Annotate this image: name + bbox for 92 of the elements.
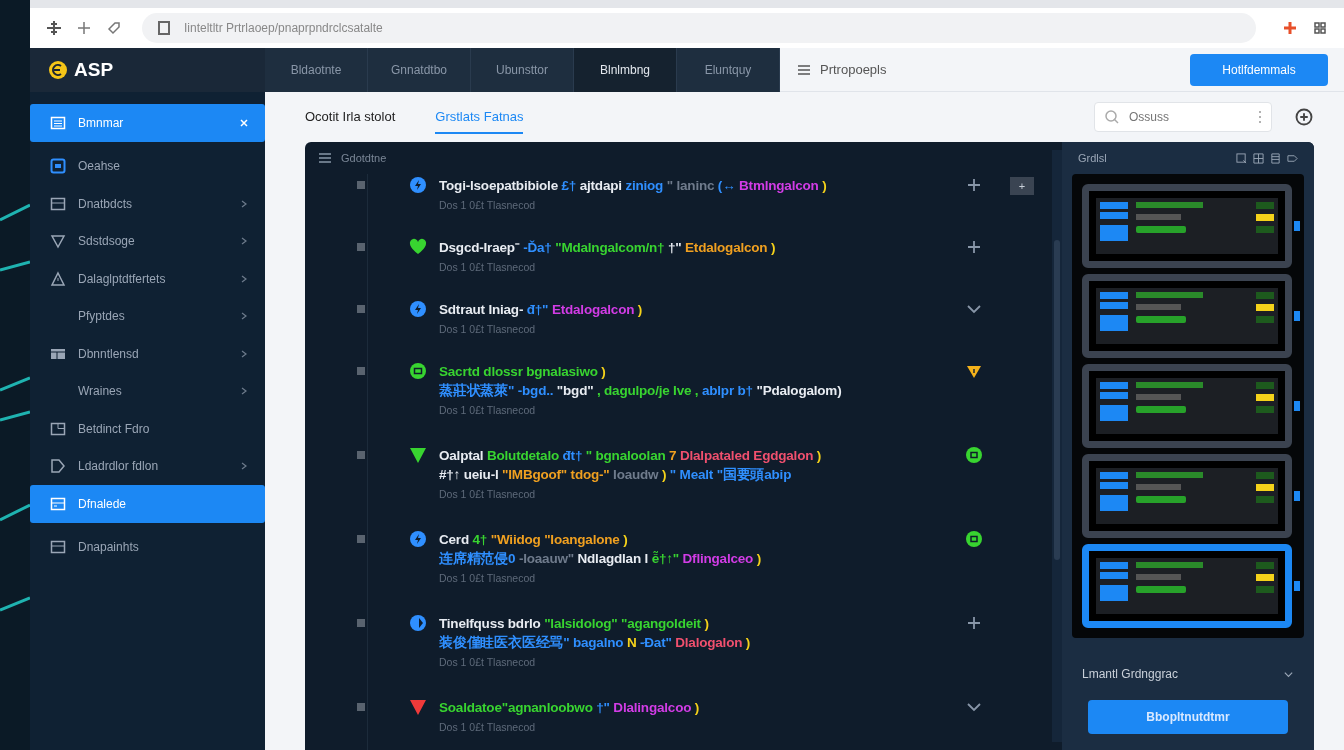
- sidebar-item[interactable]: Dnapainhts: [30, 528, 265, 566]
- move-icon[interactable]: [46, 20, 62, 36]
- primary-button[interactable]: Hotlfdemmals: [1190, 53, 1328, 86]
- grid-icon[interactable]: [1312, 20, 1328, 36]
- sidebar-item[interactable]: Dbnntlensd: [30, 335, 265, 373]
- sidebar-item[interactable]: Oeahse: [30, 147, 265, 185]
- log-timestamp: Dos 1 0£t Tlasnecod: [439, 322, 537, 337]
- server-unit[interactable]: [1082, 364, 1300, 448]
- log-message: Cerd 4† "Wiidog "Ioangalone ): [439, 531, 629, 549]
- chevron-right-icon: [239, 273, 249, 284]
- tag-icon: [50, 458, 66, 475]
- card-icon: [50, 539, 66, 556]
- log-message: Togi-lsoepatbibiole £† ajtdapi ziniog " laninc (↔ Btmlngalcon ): [439, 177, 828, 195]
- timeline-marker: [357, 451, 365, 459]
- status-ok-icon: [966, 531, 982, 547]
- columns-icon[interactable]: [1253, 152, 1264, 164]
- log-timestamp: Dos 1 0£t Tlasnecod: [439, 198, 537, 213]
- warning-icon: [50, 270, 66, 287]
- close-icon[interactable]: [239, 117, 249, 128]
- timeline-marker: [357, 243, 365, 251]
- log-timestamp: Dos 1 0£t Tlasnecod: [439, 403, 537, 418]
- sidebar-item[interactable]: Betdinct Fdro: [30, 410, 265, 448]
- chevron-right-icon: [239, 348, 249, 359]
- timeline-marker: [357, 305, 365, 313]
- timeline-marker: [357, 535, 365, 543]
- dropdown[interactable]: Lmantl Grdnggrac: [1072, 662, 1304, 686]
- chevron-right-icon: [239, 198, 249, 209]
- chevron-right-icon: [239, 461, 249, 472]
- tag-icon[interactable]: [106, 20, 122, 36]
- sidebar-item[interactable]: Dfnalede: [30, 485, 265, 523]
- log-message: Oalptal Bolutdetalo đt† " bgnaloolan 7 Dlalpataled Egdgalon ): [439, 447, 823, 465]
- log-message: Tinelfquss bdrlo "lalsidolog" "agangoldeit ): [439, 615, 710, 633]
- log-message: Dsgcd-Iraep⁻ -Ďa† "Mdalngalcom/n† †" Etdalogalcon ): [439, 239, 777, 257]
- server-unit[interactable]: [1082, 454, 1300, 538]
- warning-icon: [966, 363, 982, 379]
- zoom-icon[interactable]: [1236, 152, 1247, 164]
- log-timestamp: Dos 1 0£t Tlasnecod: [439, 571, 537, 586]
- plus-icon[interactable]: [966, 177, 982, 193]
- timeline-marker: [357, 367, 365, 375]
- menu-icon[interactable]: [317, 150, 333, 166]
- search-icon: [1104, 109, 1120, 125]
- sidebar-item[interactable]: Sdstdsoge: [30, 222, 265, 260]
- log-message: Soaldatoe"agnanloobwo †" Dlalingalcoo ): [439, 699, 701, 717]
- extension-icon[interactable]: [1282, 20, 1298, 36]
- page-icon: [156, 20, 172, 36]
- sidebar-item[interactable]: Wraines: [30, 372, 265, 410]
- timeline-marker: [357, 181, 365, 189]
- new-tab-icon[interactable]: [76, 20, 92, 36]
- sidebar-item[interactable]: Ldadrdlor fdlon: [30, 447, 265, 485]
- sidebar-item[interactable]: Dnatbdcts: [30, 185, 265, 223]
- log-timestamp: Dos 1 0£t Tlasnecod: [439, 487, 537, 502]
- log-message: 装俊僅眭医衣医经骂" bagalno N -Đat" Dlalogalon ): [439, 634, 752, 652]
- chevron-right-icon: [239, 236, 249, 247]
- panel-icon: [50, 495, 66, 512]
- box-icon: [50, 420, 66, 437]
- log-timestamp: Dos 1 0£t Tlasnecod: [439, 260, 537, 275]
- app-logo: ASP: [74, 59, 114, 81]
- server-unit[interactable]: [1082, 274, 1300, 358]
- server-unit[interactable]: [1082, 184, 1300, 268]
- status-ok-icon: [966, 447, 982, 463]
- screen-icon: [50, 158, 66, 175]
- menu-label[interactable]: Prtropoepls: [820, 62, 1182, 77]
- view-tab[interactable]: Ocotit Irla stolot: [305, 100, 396, 134]
- log-timestamp: Dos 1 0£t Tlasnecod: [439, 720, 537, 735]
- log-message: 蒸莊状蒸萊" -bgd.. "bgd" , dagulpo/je Ive , ablpr b† "Pdalogalom): [439, 382, 843, 400]
- list-icon[interactable]: [1270, 152, 1281, 164]
- scrollbar[interactable]: [1052, 150, 1062, 742]
- log-message: Sdtraut Iniag- đ†" Etdalogalcon ): [439, 301, 644, 319]
- list-icon: [50, 114, 66, 131]
- chevron-right-icon: [239, 311, 249, 322]
- plus-icon[interactable]: [966, 239, 982, 255]
- chevron-right-icon: [239, 386, 249, 397]
- nav-tab[interactable]: Blnlmbng: [574, 48, 677, 92]
- tag-icon[interactable]: [1287, 152, 1298, 164]
- plus-icon[interactable]: [966, 615, 982, 631]
- log-message: 连席精范侵0 -Ioaauw" Ndlagdlan l ễ†↑" Dflingalceo ): [439, 550, 762, 568]
- sidebar-item[interactable]: Pfyptdes: [30, 297, 265, 335]
- card-icon: [50, 195, 66, 212]
- logo-icon: [48, 60, 68, 80]
- log-timestamp: Dos 1 0£t Tlasnecod: [439, 655, 537, 670]
- timeline-marker: [357, 703, 365, 711]
- add-button[interactable]: +: [1010, 177, 1034, 195]
- log-message: #†↑ ueiu-l "IMBgoof" tdog-" Ioaudw ) " Mealt "国要頭abip: [439, 466, 793, 484]
- server-unit[interactable]: [1082, 544, 1300, 628]
- panel-title: Grdlsl: [1078, 152, 1107, 164]
- panel-title: Gdotdtne: [341, 152, 387, 164]
- search-field[interactable]: Ossuss: [1094, 102, 1272, 132]
- shield-icon: [50, 233, 66, 250]
- log-message: Sacrtd dlossr bgnalasiwo ): [439, 363, 607, 381]
- sidebar-item[interactable]: Bmnmar: [30, 104, 265, 142]
- timeline-marker: [357, 619, 365, 627]
- sidebar-item[interactable]: Dalaglptdtfertets: [30, 260, 265, 298]
